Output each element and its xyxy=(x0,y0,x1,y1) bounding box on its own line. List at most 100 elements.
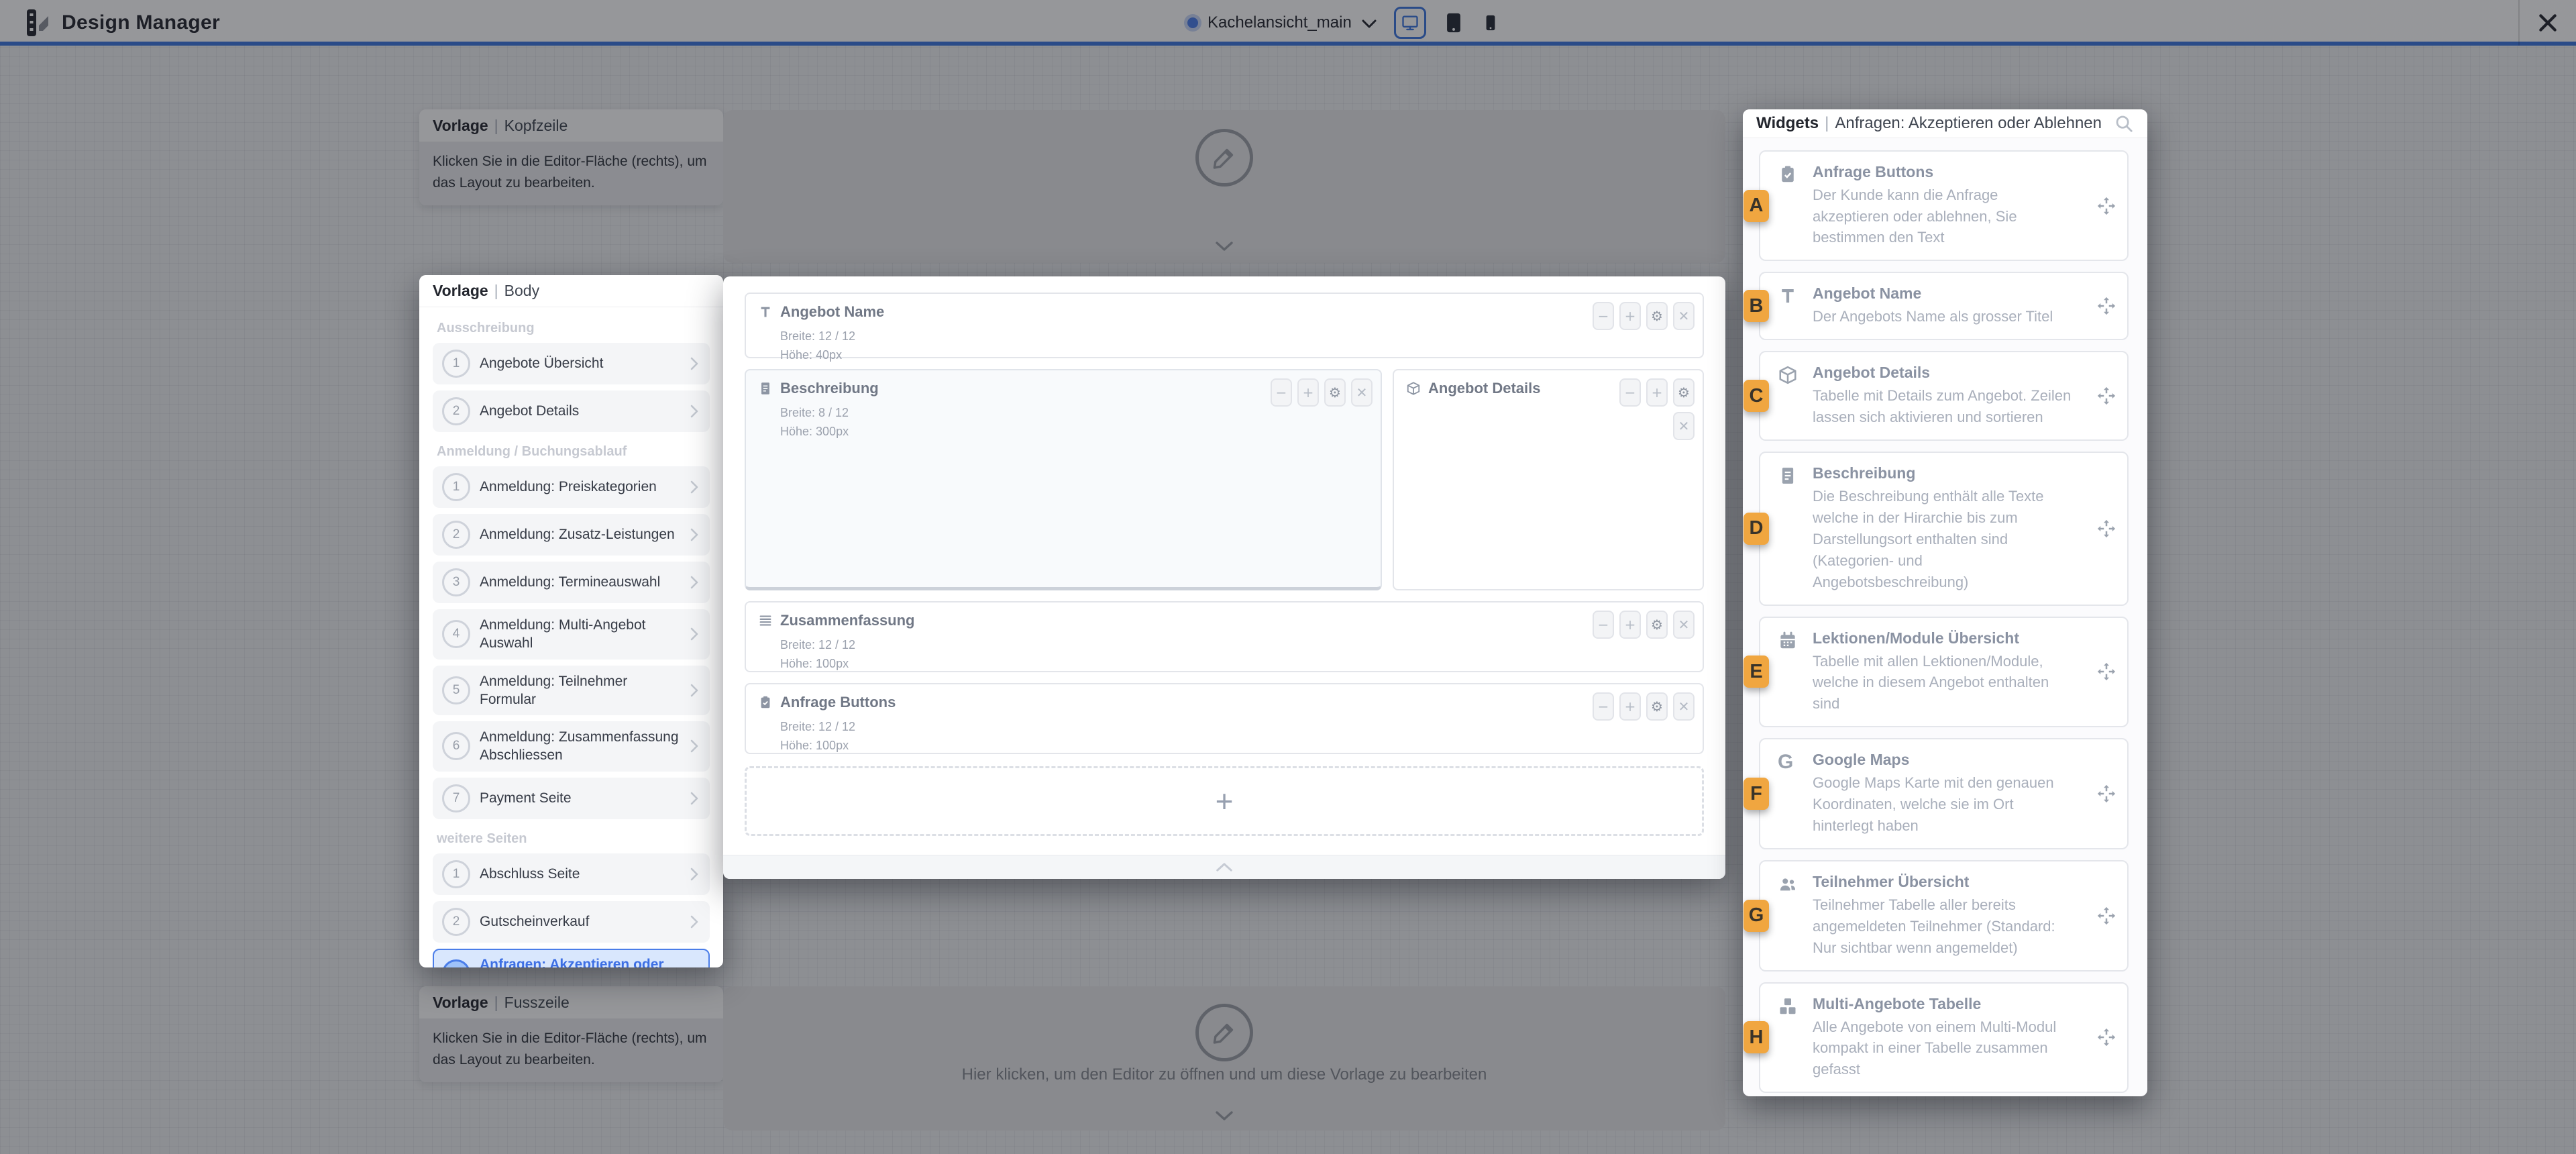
widget-card-angebot-name[interactable]: B Angebot Name Der Angebots Name als gro… xyxy=(1759,272,2129,340)
shortcut-badge: E xyxy=(1743,655,1769,688)
design-manager-screen: Design Manager Kachelansicht_main Vor xyxy=(0,0,2576,1154)
chevron-right-icon xyxy=(690,739,699,753)
widgets-panel: Widgets | Anfragen: Akzeptieren oder Abl… xyxy=(1743,109,2147,1096)
page-item-zusammenfassung-abschliessen[interactable]: 6 Anmeldung: Zusammenfassung Abschliesse… xyxy=(433,721,710,772)
panel-title-separator: | xyxy=(1825,114,1829,133)
block-width-label: Breite: 8 / 12 xyxy=(780,404,1368,423)
widget-list: A Anfrage Buttons Der Kunde kann die Anf… xyxy=(1743,138,2147,1096)
widget-card-teilnehmer-uebersicht[interactable]: G Teilnehmer Übersicht Teilnehmer Tabell… xyxy=(1759,860,2129,972)
page-item-label: Gutscheinverkauf xyxy=(480,912,680,931)
move-icon[interactable] xyxy=(2096,296,2116,316)
page-item-teilnehmer-formular[interactable]: 5 Anmeldung: Teilnehmer Formular xyxy=(433,666,710,716)
block-angebot-name[interactable]: Angebot Name Breite: 12 / 12 Höhe: 40px … xyxy=(745,293,1704,358)
remove-button[interactable]: ✕ xyxy=(1673,302,1695,330)
grow-button[interactable]: + xyxy=(1646,378,1668,407)
shortcut-badge: A xyxy=(1743,190,1769,222)
chevron-right-icon xyxy=(690,627,699,641)
settings-button[interactable]: ⚙ xyxy=(1646,692,1668,721)
clipboard-check-icon xyxy=(1778,164,1798,185)
block-width-label: Breite: 12 / 12 xyxy=(780,636,1690,655)
page-item-multi-angebot-auswahl[interactable]: 4 Anmeldung: Multi-Angebot Auswahl xyxy=(433,609,710,660)
add-widget-button[interactable]: + xyxy=(745,766,1704,836)
block-width-label: Breite: 12 / 12 xyxy=(780,327,1690,346)
text-icon xyxy=(758,305,773,319)
chevron-right-icon xyxy=(690,356,699,371)
page-item-angebot-details[interactable]: 2 Angebot Details xyxy=(433,390,710,432)
remove-button[interactable]: ✕ xyxy=(1673,412,1695,440)
block-beschreibung[interactable]: Beschreibung Breite: 8 / 12 Höhe: 300px … xyxy=(745,369,1382,590)
page-item-label: Anmeldung: Preiskategorien xyxy=(480,478,680,496)
google-icon: G xyxy=(1778,752,1793,772)
remove-button[interactable]: ✕ xyxy=(1673,611,1695,639)
cubes-icon xyxy=(1778,996,1798,1016)
grow-button[interactable]: + xyxy=(1297,378,1319,407)
move-icon[interactable] xyxy=(2096,784,2116,804)
page-item-gutscheinverkauf[interactable]: 2 Gutscheinverkauf xyxy=(433,901,710,943)
page-item-zusatz-leistungen[interactable]: 2 Anmeldung: Zusatz-Leistungen xyxy=(433,514,710,556)
widget-card-angebot-details[interactable]: C Angebot Details Tabelle mit Details zu… xyxy=(1759,351,2129,441)
move-icon[interactable] xyxy=(2096,662,2116,682)
page-item-label: Abschluss Seite xyxy=(480,865,680,883)
widget-card-google-maps[interactable]: F G Google Maps Google Maps Karte mit de… xyxy=(1759,738,2129,849)
page-number-badge: 5 xyxy=(442,676,470,704)
shrink-button[interactable]: − xyxy=(1593,611,1614,639)
move-icon[interactable] xyxy=(2096,519,2116,539)
chevron-right-icon xyxy=(690,683,699,698)
shrink-button[interactable]: − xyxy=(1619,378,1641,407)
widgets-panel-header: Widgets | Anfragen: Akzeptieren oder Abl… xyxy=(1743,109,2147,138)
collapse-canvas-button[interactable] xyxy=(723,855,1725,879)
block-anfrage-buttons[interactable]: Anfrage Buttons Breite: 12 / 12 Höhe: 10… xyxy=(745,683,1704,754)
remove-button[interactable]: ✕ xyxy=(1351,378,1373,407)
block-zusammenfassung[interactable]: Zusammenfassung Breite: 12 / 12 Höhe: 10… xyxy=(745,601,1704,672)
settings-button[interactable]: ⚙ xyxy=(1646,302,1668,330)
widget-card-multi-angebote-tabelle[interactable]: H Multi-Angebote Tabelle Alle Angebote v… xyxy=(1759,982,2129,1094)
page-item-anfragen-akzeptieren-selected[interactable]: 3 Anfragen: Akzeptieren oder Ablehnen xyxy=(433,949,710,967)
section-label: Ausschreibung xyxy=(437,321,706,336)
block-angebot-details[interactable]: Angebot Details − + ⚙ ✕ xyxy=(1393,369,1704,590)
section-label: weitere Seiten xyxy=(437,831,706,847)
widget-card-beschreibung[interactable]: D Beschreibung Die Beschreibung enthält … xyxy=(1759,452,2129,605)
shortcut-badge: C xyxy=(1743,380,1769,412)
page-number-badge: 2 xyxy=(442,397,470,425)
widget-card-anfrage-buttons[interactable]: A Anfrage Buttons Der Kunde kann die Anf… xyxy=(1759,150,2129,262)
grow-button[interactable]: + xyxy=(1619,302,1641,330)
block-height-label: Höhe: 40px xyxy=(780,346,1690,365)
panel-title-separator: | xyxy=(494,282,498,300)
settings-button[interactable]: ⚙ xyxy=(1324,378,1346,407)
page-item-label: Anmeldung: Teilnehmer Formular xyxy=(480,672,680,709)
block-title: Angebot Name xyxy=(780,303,884,321)
body-panel: Vorlage | Body Ausschreibung 1 Angebote … xyxy=(419,275,723,967)
shrink-button[interactable]: − xyxy=(1593,692,1614,721)
widget-description: Der Kunde kann die Anfrage akzeptieren o… xyxy=(1813,185,2114,249)
page-item-preiskategorien[interactable]: 1 Anmeldung: Preiskategorien xyxy=(433,466,710,508)
move-icon[interactable] xyxy=(2096,906,2116,926)
body-panel-header: Vorlage | Body xyxy=(419,275,723,307)
page-item-abschluss-seite[interactable]: 1 Abschluss Seite xyxy=(433,853,710,895)
search-icon[interactable] xyxy=(2114,113,2134,134)
shrink-button[interactable]: − xyxy=(1271,378,1292,407)
page-number-badge: 4 xyxy=(442,620,470,648)
grow-button[interactable]: + xyxy=(1619,692,1641,721)
move-icon[interactable] xyxy=(2096,1027,2116,1047)
remove-button[interactable]: ✕ xyxy=(1673,692,1695,721)
shrink-button[interactable]: − xyxy=(1593,302,1614,330)
widget-card-lektionen-module[interactable]: E Lektionen/Module Übersicht Tabelle mit… xyxy=(1759,617,2129,728)
page-number-badge: 2 xyxy=(442,908,470,936)
layout-canvas[interactable]: Angebot Name Breite: 12 / 12 Höhe: 40px … xyxy=(723,276,1725,879)
move-icon[interactable] xyxy=(2096,196,2116,216)
widget-description: Google Maps Karte mit den genauen Koordi… xyxy=(1813,772,2114,837)
chevron-right-icon xyxy=(690,791,699,806)
move-icon[interactable] xyxy=(2096,386,2116,406)
page-item-angebote-uebersicht[interactable]: 1 Angebote Übersicht xyxy=(433,343,710,384)
chevron-right-icon xyxy=(690,575,699,590)
page-item-termineauswahl[interactable]: 3 Anmeldung: Termineauswahl xyxy=(433,562,710,603)
settings-button[interactable]: ⚙ xyxy=(1646,611,1668,639)
page-number-badge: 7 xyxy=(442,784,470,812)
page-item-payment-seite[interactable]: 7 Payment Seite xyxy=(433,778,710,819)
settings-button[interactable]: ⚙ xyxy=(1673,378,1695,407)
grow-button[interactable]: + xyxy=(1619,611,1641,639)
calendar-icon xyxy=(1778,631,1798,651)
page-item-label: Angebote Übersicht xyxy=(480,354,680,372)
page-item-label: Anmeldung: Zusatz-Leistungen xyxy=(480,525,680,543)
chevron-up-icon xyxy=(1215,861,1234,873)
